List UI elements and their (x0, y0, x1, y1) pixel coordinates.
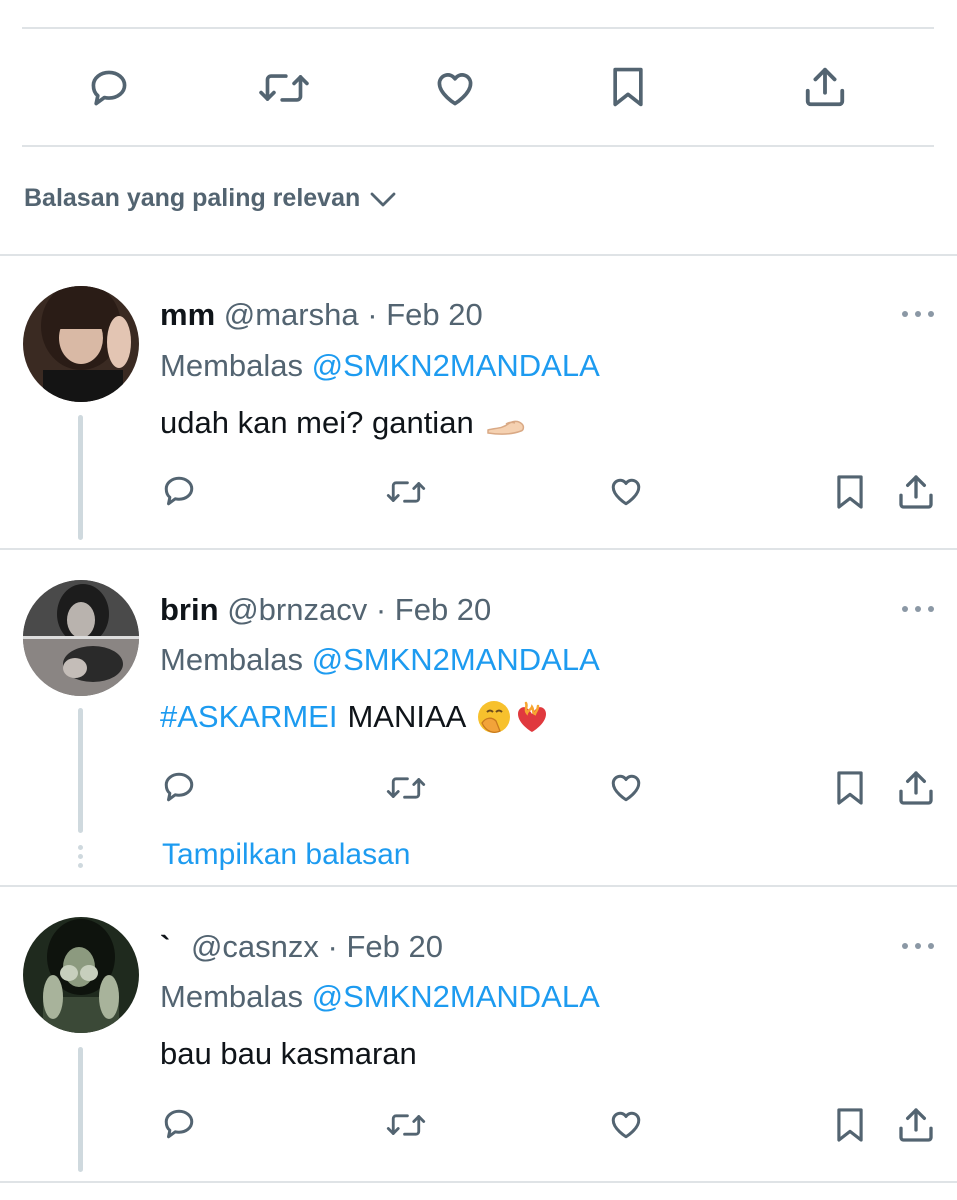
bookmark-icon[interactable] (831, 767, 869, 809)
reply-header: brin @brnzacv · Feb 20 (160, 592, 491, 628)
show-replies-link[interactable]: Tampilkan balasan (162, 838, 410, 872)
reply-date[interactable]: Feb 20 (346, 929, 443, 964)
display-name[interactable]: mm (160, 297, 215, 332)
avatar[interactable] (23, 917, 139, 1033)
reply-text: udah kan mei? gantian (160, 405, 528, 441)
like-icon[interactable] (607, 769, 645, 805)
replying-to: Membalas @SMKN2MANDALA (160, 348, 600, 384)
divider-reply-1 (0, 548, 957, 550)
divider-reply-2 (0, 885, 957, 887)
thread-line (78, 708, 83, 833)
avatar[interactable] (23, 580, 139, 696)
divider-sort (0, 254, 957, 256)
share-icon[interactable] (896, 471, 936, 513)
like-icon[interactable] (607, 1106, 645, 1142)
more-options-icon[interactable] (900, 936, 936, 956)
share-icon[interactable] (802, 64, 848, 110)
user-handle[interactable]: @casnzx (191, 929, 319, 964)
chevron-down-icon (370, 190, 396, 208)
mention-link[interactable]: @SMKN2MANDALA (312, 348, 600, 383)
reply-header: ` @casnzx · Feb 20 (160, 929, 443, 965)
bookmark-icon[interactable] (606, 64, 650, 110)
separator-dot: · (375, 592, 387, 627)
hand-over-mouth-emoji (476, 699, 512, 735)
sort-label: Balasan yang paling relevan (24, 184, 361, 212)
reply-icon[interactable] (86, 66, 132, 110)
replying-to: Membalas @SMKN2MANDALA (160, 979, 600, 1015)
retweet-icon[interactable] (384, 1108, 428, 1142)
replying-prefix: Membalas (160, 348, 303, 383)
share-icon[interactable] (896, 767, 936, 809)
thread-continuation-dots (78, 845, 83, 872)
reply-icon[interactable] (160, 1106, 198, 1142)
replying-to: Membalas @SMKN2MANDALA (160, 642, 600, 678)
bookmark-icon[interactable] (831, 1104, 869, 1146)
reply-text: bau bau kasmaran (160, 1036, 417, 1072)
separator-dot: · (367, 297, 378, 332)
reply-text-content: MANIAA (347, 699, 467, 734)
avatar[interactable] (23, 286, 139, 402)
divider-top (22, 27, 934, 29)
share-icon[interactable] (896, 1104, 936, 1146)
palm-up-hand-emoji (484, 408, 528, 438)
heart-on-fire-emoji (514, 699, 550, 735)
retweet-icon[interactable] (384, 475, 428, 509)
mention-link[interactable]: @SMKN2MANDALA (312, 979, 600, 1014)
retweet-icon[interactable] (384, 771, 428, 805)
reply-text: #ASKARMEI MANIAA (160, 699, 550, 735)
more-options-icon[interactable] (900, 304, 936, 324)
divider-actions (22, 145, 934, 147)
separator-dot: · (327, 929, 338, 964)
thread-line (78, 1047, 83, 1172)
reply-text-content: udah kan mei? gantian (160, 405, 474, 440)
user-handle[interactable]: @marsha (224, 297, 359, 332)
bookmark-icon[interactable] (831, 471, 869, 513)
reply-icon[interactable] (160, 769, 198, 805)
hashtag-link[interactable]: #ASKARMEI (160, 699, 337, 735)
like-icon[interactable] (607, 473, 645, 509)
retweet-icon[interactable] (256, 66, 312, 110)
reply-header: mm @marsha · Feb 20 (160, 297, 483, 333)
replying-prefix: Membalas (160, 979, 303, 1014)
like-icon[interactable] (432, 66, 478, 110)
replying-prefix: Membalas (160, 642, 303, 677)
display-name[interactable]: brin (160, 592, 219, 627)
reply-date[interactable]: Feb 20 (395, 592, 492, 627)
mention-link[interactable]: @SMKN2MANDALA (312, 642, 600, 677)
reply-sort-dropdown[interactable]: Balasan yang paling relevan (24, 184, 396, 213)
display-name[interactable]: ` (160, 929, 170, 964)
more-options-icon[interactable] (900, 599, 936, 619)
divider-reply-3 (0, 1181, 957, 1183)
thread-line (78, 415, 83, 540)
reply-text-content: bau bau kasmaran (160, 1036, 417, 1071)
reply-icon[interactable] (160, 473, 198, 509)
reply-date[interactable]: Feb 20 (386, 297, 483, 332)
user-handle[interactable]: @brnzacv (227, 592, 367, 627)
